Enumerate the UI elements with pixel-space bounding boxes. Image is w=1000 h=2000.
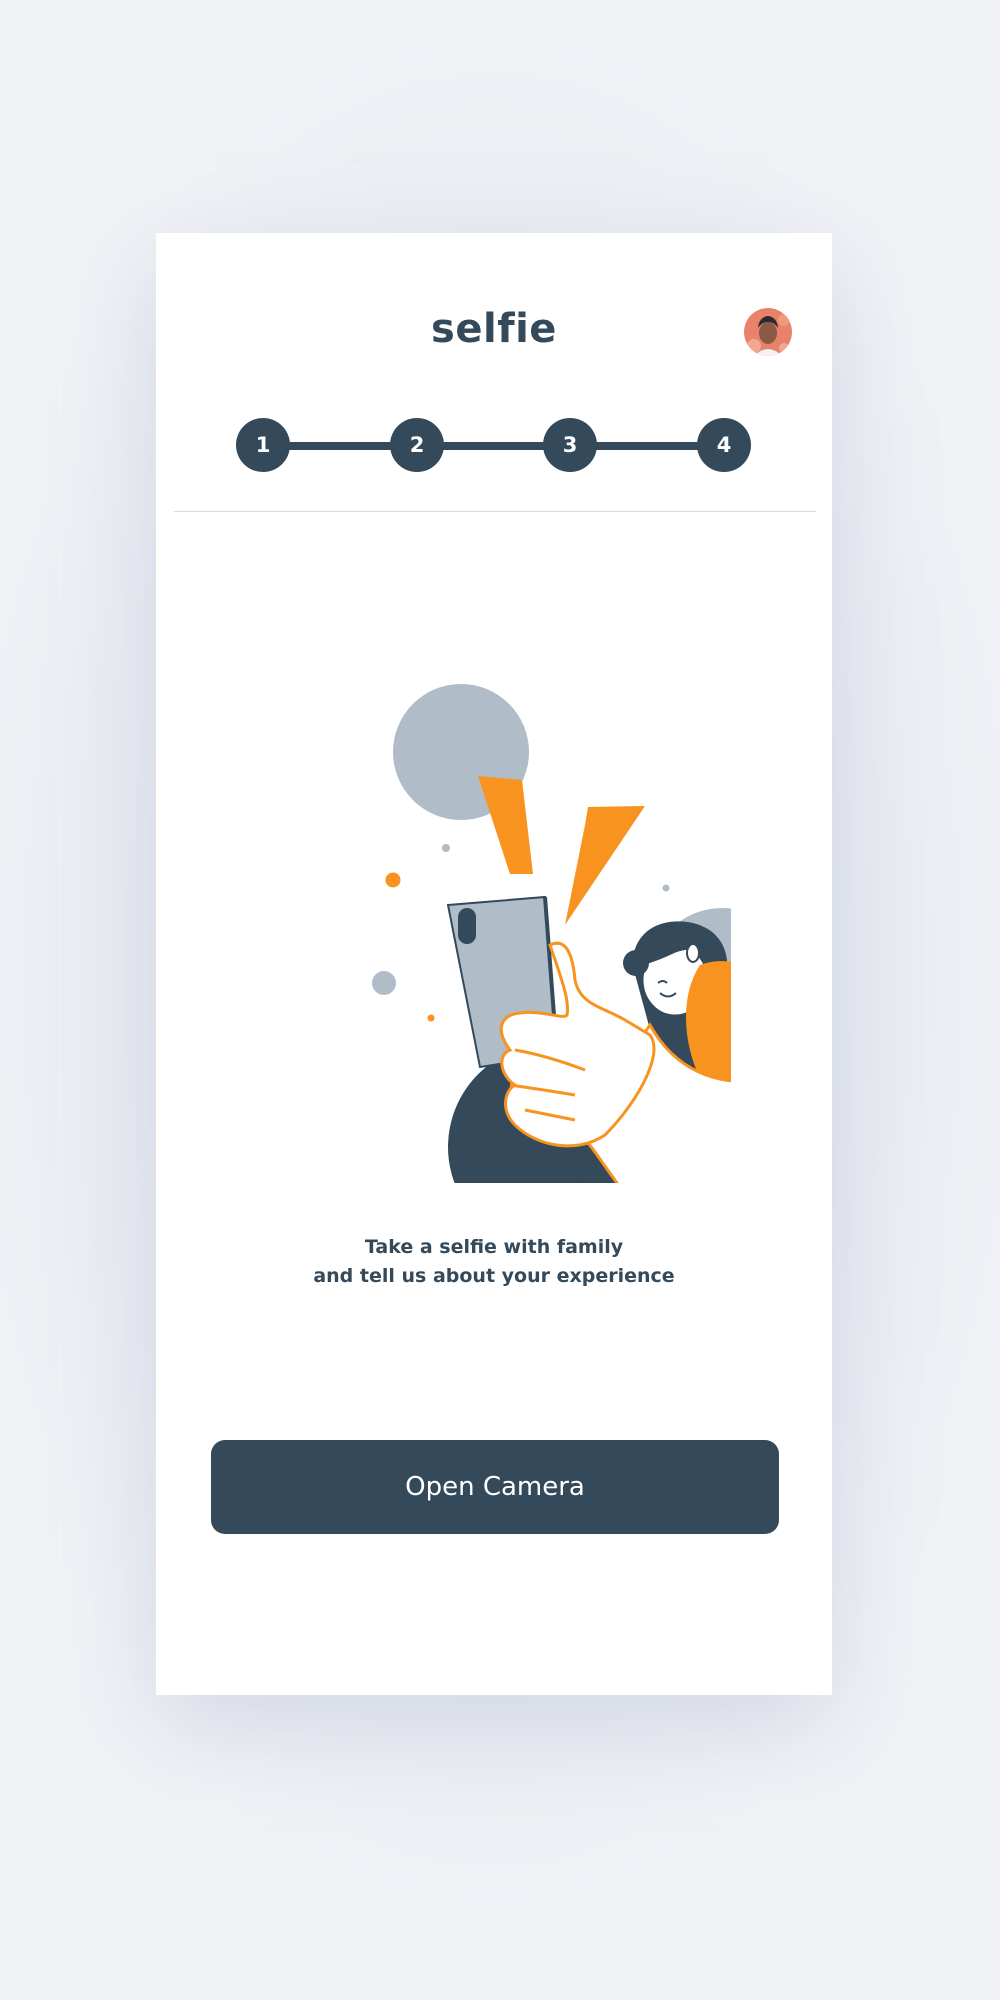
stepper-track [264,442,723,450]
step-2[interactable]: 2 [390,418,444,472]
selfie-card: selfie 1 2 3 4 Take a selfie with family… [156,233,833,1695]
step-4[interactable]: 4 [697,418,751,472]
avatar-image [744,308,792,356]
progress-stepper: 1 2 3 4 [236,418,751,474]
step-1[interactable]: 1 [236,418,290,472]
description-line-2: and tell us about your experience [313,1265,675,1287]
open-camera-button[interactable]: Open Camera [211,1440,779,1534]
page-title: selfie [431,306,557,352]
description-text: Take a selfie with family and tell us ab… [156,1233,832,1291]
selfie-illustration [261,663,833,1258]
header-divider [174,511,816,512]
description-line-1: Take a selfie with family [364,1236,624,1258]
step-3[interactable]: 3 [543,418,597,472]
avatar[interactable] [744,308,792,356]
